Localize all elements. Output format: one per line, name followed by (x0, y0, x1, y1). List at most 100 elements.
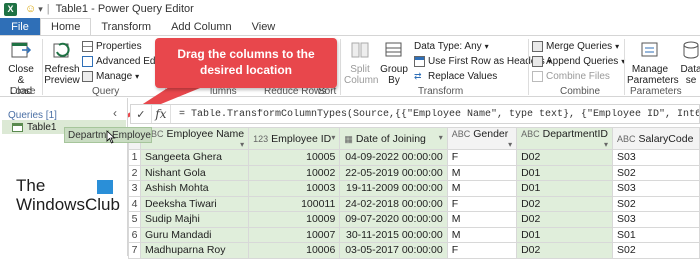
data-type-label: Data Type: Any (414, 40, 482, 52)
properties-button[interactable]: Properties (82, 39, 142, 53)
title-separator: | (46, 3, 50, 15)
table-cell[interactable]: S03 (612, 149, 700, 166)
quick-access-dropdown-icon[interactable]: ▾ (38, 4, 43, 15)
table-cell[interactable]: M (446, 164, 518, 181)
table-row[interactable]: 3 Ashish Mohta 10003 19-11-2009 00:00:00 M D0… (128, 180, 700, 197)
table-cell[interactable]: 10009 (248, 211, 341, 228)
tab-view[interactable]: View (242, 18, 286, 35)
tab-home[interactable]: Home (40, 18, 92, 35)
split-column-button[interactable]: Split Column (344, 40, 378, 86)
table-cell[interactable]: M (446, 226, 518, 243)
table-cell[interactable]: D01 (516, 226, 614, 243)
row-number[interactable]: 1 (128, 149, 141, 166)
advanced-editor-icon (82, 55, 93, 67)
table-cell[interactable]: 09-07-2020 00:00:00 (339, 211, 448, 228)
table-cell[interactable]: Sudip Majhi (139, 211, 250, 228)
column-header-label: DepartmentID (542, 128, 608, 141)
row-number[interactable]: 2 (128, 164, 141, 181)
table-cell[interactable]: 04-09-2022 00:00:00 (339, 149, 448, 166)
manage-button[interactable]: Manage ▾ (82, 69, 139, 83)
column-header-department-id[interactable]: ABC DepartmentID ▾ (516, 127, 614, 150)
table-cell[interactable]: 10007 (248, 226, 341, 243)
group-by-button[interactable]: Group By (380, 40, 408, 86)
formula-bar: ✓ fx = Table.TransformColumnTypes(Source… (130, 104, 700, 124)
table-cell[interactable]: 100011 (248, 195, 341, 212)
column-header-employee-id[interactable]: 123 Employee ID ▾ (248, 127, 341, 150)
merge-queries-label: Merge Queries (546, 40, 613, 52)
table-cell[interactable]: D02 (516, 211, 614, 228)
text-type-icon: ABC (451, 129, 471, 139)
append-queries-button[interactable]: Append Queries▾ (532, 54, 625, 68)
data-type-dropdown[interactable]: Data Type: Any ▾ (414, 39, 489, 53)
replace-values-button[interactable]: ⇄ Replace Values (414, 69, 497, 83)
table-cell[interactable]: D01 (516, 180, 614, 197)
table-cell[interactable]: 30-11-2015 00:00:00 (339, 226, 448, 243)
feedback-smiley-icon[interactable]: ☺ (25, 3, 36, 15)
table-cell[interactable]: D02 (516, 195, 614, 212)
append-queries-label: Append Queries (546, 55, 619, 67)
table-cell[interactable]: 22-05-2019 00:00:00 (339, 164, 448, 181)
row-number[interactable]: 3 (128, 180, 141, 197)
append-queries-icon (532, 55, 543, 67)
manage-dropdown-icon: ▾ (135, 71, 140, 81)
formula-cancel-icon[interactable]: ✓ (131, 108, 151, 121)
column-header-date-of-joining[interactable]: ▦ Date of Joining ▾ (339, 127, 448, 150)
split-column-icon (351, 42, 369, 58)
data-source-settings-button[interactable]: Data se (680, 40, 700, 86)
table-cell[interactable]: Ashish Mohta (139, 180, 250, 197)
table-cell[interactable]: Nishant Gola (139, 164, 250, 181)
table-cell[interactable]: M (446, 180, 518, 197)
text-type-icon: ABC (617, 133, 636, 144)
table-cell[interactable]: S02 (612, 195, 700, 212)
table-cell[interactable]: F (446, 195, 518, 212)
merge-queries-button[interactable]: Merge Queries ▾ (532, 39, 619, 53)
table-cell[interactable]: 10003 (248, 180, 341, 197)
filter-dropdown-icon[interactable]: ▾ (508, 140, 512, 149)
table-cell[interactable]: S03 (612, 180, 700, 197)
table-cell[interactable]: 10005 (248, 149, 341, 166)
table-cell[interactable]: M (446, 211, 518, 228)
column-header-salary-code[interactable]: ABC SalaryCode (612, 127, 700, 150)
tab-file[interactable]: File (0, 18, 40, 35)
table-row[interactable]: 5 Sudip Majhi 10009 09-07-2020 00:00:00 M D02… (128, 211, 700, 228)
table-row[interactable]: 1 Sangeeta Ghera 10005 04-09-2022 00:00:00 F… (128, 149, 700, 166)
filter-dropdown-icon[interactable]: ▾ (240, 140, 244, 149)
tab-add-column[interactable]: Add Column (161, 18, 242, 35)
group-combine-label: Combine (560, 86, 601, 97)
table-cell[interactable]: 10002 (248, 164, 341, 181)
table-cell[interactable]: S02 (612, 164, 700, 181)
row-number[interactable]: 4 (128, 195, 141, 212)
table-row[interactable]: 4 Deeksha Tiwari 100011 24-02-2018 00:00:00… (128, 195, 700, 212)
table-cell[interactable]: D01 (516, 164, 614, 181)
column-header-employee-name[interactable]: ABC Employee Name ▾ (139, 127, 250, 150)
table-cell[interactable]: S01 (612, 226, 700, 243)
table-cell[interactable]: F (446, 149, 518, 166)
close-load-icon (11, 42, 32, 58)
column-header-gender[interactable]: ABC Gender ▾ (446, 127, 518, 150)
combine-files-button[interactable]: Combine Files (532, 69, 610, 83)
manage-parameters-icon (641, 42, 658, 57)
table-cell[interactable]: 19-11-2009 00:00:00 (339, 180, 448, 197)
table-cell[interactable]: D02 (516, 149, 614, 166)
row-number[interactable]: 6 (128, 226, 141, 243)
data-grid: ABC Employee Name ▾ 123 Employee ID ▾ ▦ Date … (128, 127, 700, 259)
manage-label: Manage (96, 70, 133, 82)
table-cell[interactable]: Guru Mandadi (139, 226, 250, 243)
table-cell[interactable]: 24-02-2018 00:00:00 (339, 195, 448, 212)
filter-dropdown-icon[interactable]: ▾ (439, 133, 443, 142)
formula-input[interactable]: = Table.TransformColumnTypes(Source,{{"E… (179, 109, 699, 120)
column-header-label: SalaryCode (638, 132, 694, 145)
tab-transform[interactable]: Transform (91, 18, 161, 35)
filter-dropdown-icon[interactable]: ▾ (604, 140, 608, 149)
table-cell[interactable]: Deeksha Tiwari (139, 195, 250, 212)
filter-dropdown-icon[interactable]: ▾ (331, 133, 335, 142)
row-number[interactable]: 5 (128, 211, 141, 228)
refresh-preview-button[interactable]: Refresh Preview (44, 40, 80, 86)
table-cell[interactable]: S03 (612, 211, 700, 228)
group-by-icon (385, 42, 402, 57)
table-row[interactable]: 6 Guru Mandadi 10007 30-11-2015 00:00:00 M D0… (128, 226, 700, 243)
manage-parameters-button[interactable]: Manage Parameters (627, 40, 679, 86)
table-cell[interactable]: Sangeeta Ghera (139, 149, 250, 166)
table-row[interactable]: 2 Nishant Gola 10002 22-05-2019 00:00:00 M D0… (128, 164, 700, 181)
collapse-pane-icon[interactable]: ‹ (113, 106, 117, 120)
